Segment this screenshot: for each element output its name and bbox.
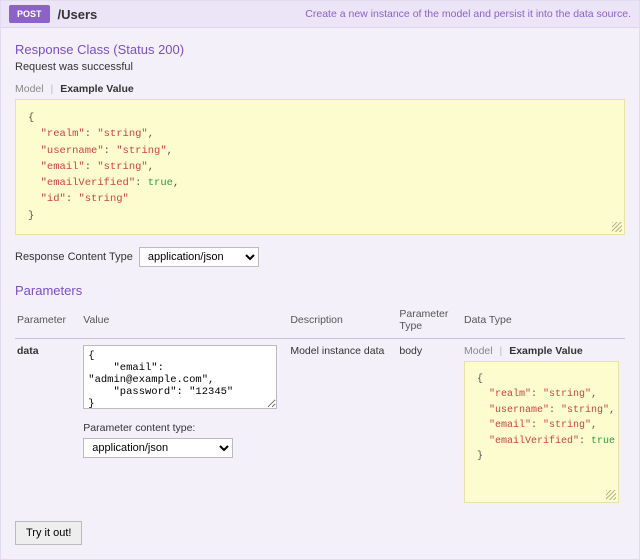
param-name: data [17,345,39,357]
datatype-tab-example[interactable]: Example Value [509,345,583,357]
response-content-type-label: Response Content Type [15,251,133,263]
param-content-type-select[interactable]: application/json [83,438,233,458]
col-value: Value [81,304,288,339]
col-description: Description [288,304,397,339]
datatype-example-box[interactable]: { "realm": "string", "username": "string… [464,361,619,503]
parameters-table: Parameter Value Description Parameter Ty… [15,304,625,505]
response-class-heading: Response Class (Status 200) [15,42,625,57]
param-type: body [397,338,462,505]
resize-handle-icon[interactable] [606,490,616,500]
param-content-type-label: Parameter content type: [83,422,282,434]
response-tabs: Model | Example Value [15,83,625,95]
datatype-tabs: Model | Example Value [464,345,619,357]
response-content-type-row: Response Content Type application/json [15,247,625,267]
endpoint-path: /Users [58,7,98,22]
col-data-type: Data Type [462,304,625,339]
parameters-heading: Parameters [15,283,625,298]
col-parameter: Parameter [15,304,81,339]
try-it-out-button[interactable]: Try it out! [15,521,82,545]
operation-header[interactable]: POST /Users Create a new instance of the… [1,1,639,28]
table-row: data { "email": "admin@example.com", "pa… [15,338,625,505]
datatype-tab-model[interactable]: Model [464,345,493,357]
endpoint-summary: Create a new instance of the model and p… [97,8,631,20]
response-example-box[interactable]: { "realm": "string", "username": "string… [15,99,625,235]
resize-handle-icon[interactable] [612,222,622,232]
operation-panel: POST /Users Create a new instance of the… [0,0,640,560]
response-content-type-select[interactable]: application/json [139,247,259,267]
http-method-badge: POST [9,5,50,23]
parameters-header-row: Parameter Value Description Parameter Ty… [15,304,625,339]
tab-example-value[interactable]: Example Value [60,83,134,95]
param-description: Model instance data [288,338,397,505]
response-subtitle: Request was successful [15,61,625,73]
tab-model[interactable]: Model [15,83,44,95]
data-type-box: Model | Example Value { "realm": "string… [464,345,619,503]
tab-separator: | [51,83,54,95]
operation-body: Response Class (Status 200) Request was … [1,28,639,559]
col-parameter-type: Parameter Type [397,304,462,339]
param-value-textarea[interactable]: { "email": "admin@example.com", "passwor… [83,345,277,409]
tab-separator: | [500,345,503,357]
